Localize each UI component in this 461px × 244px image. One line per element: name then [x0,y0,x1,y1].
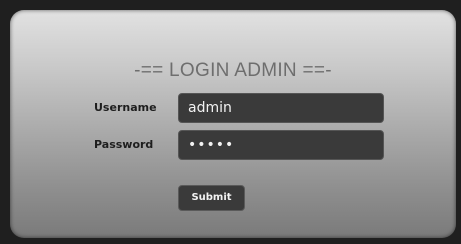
username-label: Username [94,101,157,114]
login-title: -== LOGIN ADMIN ==- [134,60,332,81]
username-input[interactable] [178,93,384,123]
page-background: -== LOGIN ADMIN ==- Username Password Su… [0,0,461,244]
login-panel: -== LOGIN ADMIN ==- Username Password Su… [10,10,456,238]
submit-button[interactable]: Submit [178,185,245,211]
password-label: Password [94,138,154,151]
password-input[interactable] [178,130,384,160]
